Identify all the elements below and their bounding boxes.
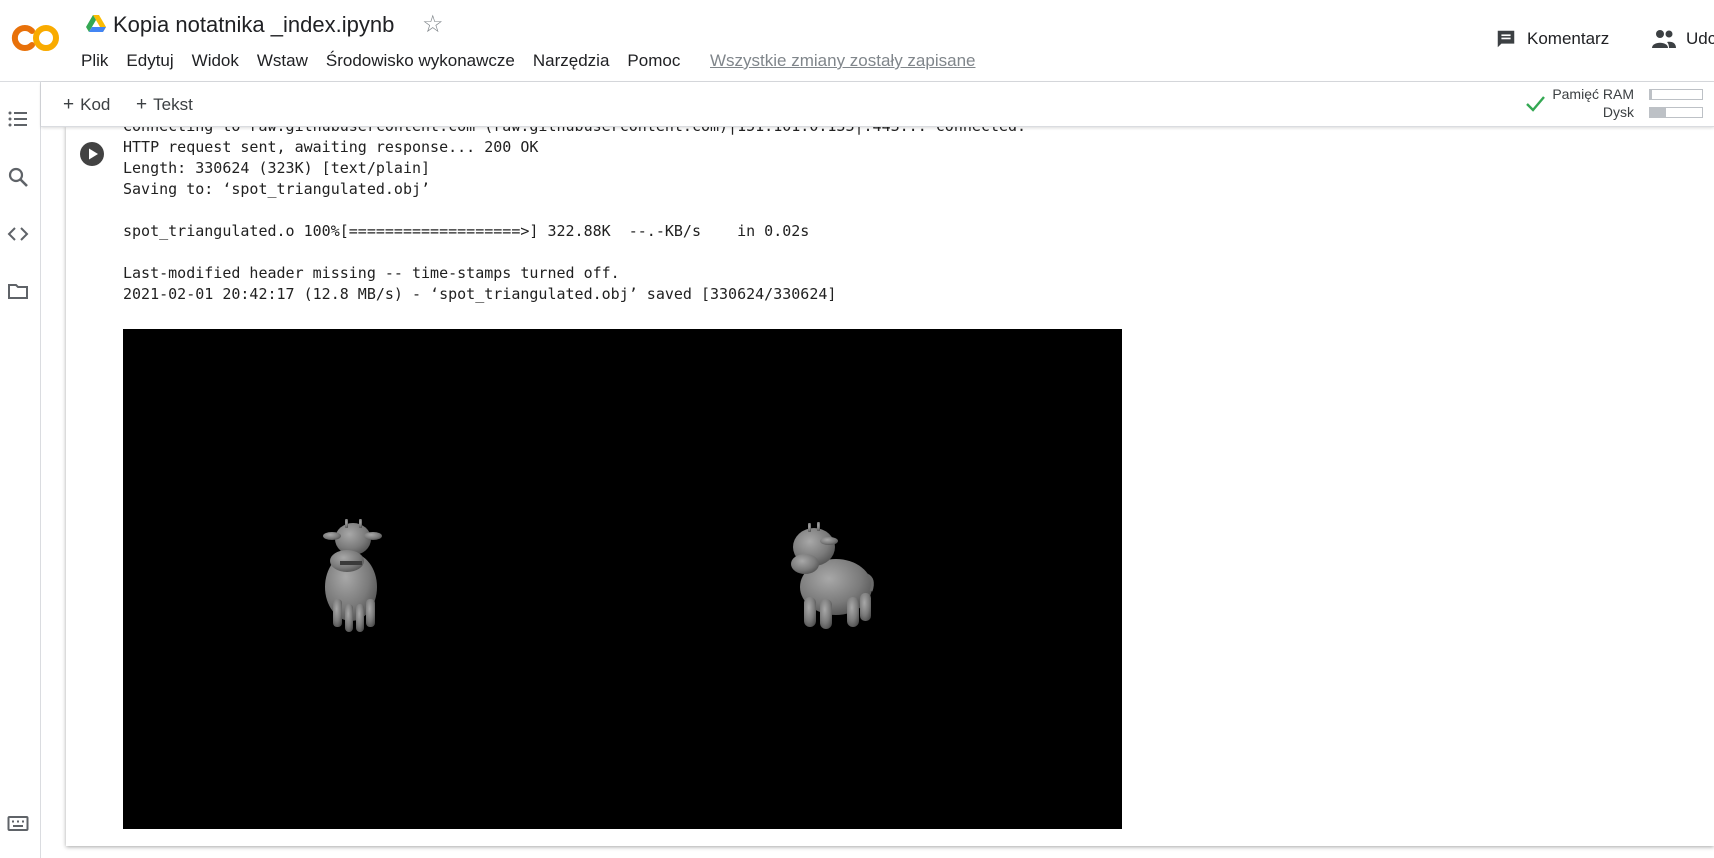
rendered-output-image: [123, 329, 1122, 829]
resources-area[interactable]: [1521, 82, 1711, 126]
code-snippets-icon[interactable]: [7, 223, 29, 245]
output-line: 2021-02-01 20:42:17 (12.8 MB/s) - ‘spot_…: [123, 285, 837, 303]
share-label: Udc: [1686, 29, 1714, 48]
comment-icon: [1497, 30, 1515, 48]
menu-item-tools[interactable]: Narzędzia: [533, 51, 610, 71]
search-icon[interactable]: [7, 166, 29, 188]
people-icon: [1652, 30, 1676, 48]
menu-bar: Plik Edytuj Widok Wstaw Środowisko wykon…: [81, 51, 680, 71]
folder-icon[interactable]: [7, 280, 29, 302]
add-code-button[interactable]: + Kod: [63, 94, 110, 116]
add-text-button[interactable]: + Tekst: [136, 94, 193, 116]
menu-item-runtime[interactable]: Środowisko wykonawcze: [326, 51, 515, 71]
comment-label: Komentarz: [1527, 29, 1610, 48]
keyboard-icon[interactable]: [7, 812, 29, 834]
notebook-title[interactable]: Kopia notatnika _index.ipynb: [113, 12, 394, 38]
plus-icon: +: [136, 94, 148, 115]
add-text-label: Tekst: [153, 95, 193, 114]
table-of-contents-icon[interactable]: [7, 108, 29, 130]
menu-item-view[interactable]: Widok: [192, 51, 239, 71]
output-line: HTTP request sent, awaiting response... …: [123, 138, 539, 156]
cell-output-text: Connecting to raw.githubusercontent.com …: [123, 116, 1123, 316]
plus-icon: +: [63, 94, 75, 115]
add-code-label: Kod: [80, 95, 111, 114]
star-icon[interactable]: ☆: [422, 11, 444, 39]
menu-item-file[interactable]: Plik: [81, 51, 108, 71]
left-sidebar: [0, 82, 41, 858]
output-line: Length: 330624 (323K) [text/plain]: [123, 159, 431, 177]
menu-item-help[interactable]: Pomoc: [627, 51, 680, 71]
menu-item-insert[interactable]: Wstaw: [257, 51, 308, 71]
cow-render-side: [791, 522, 874, 629]
output-line: Last-modified header missing -- time-sta…: [123, 264, 620, 282]
top-header: Kopia notatnika _index.ipynb ☆ Plik Edyt…: [0, 0, 1714, 82]
comment-button[interactable]: Komentarz: [1495, 28, 1609, 50]
save-status-link[interactable]: Wszystkie zmiany zostały zapisane: [710, 51, 975, 71]
run-cell-icon[interactable]: [79, 141, 105, 167]
cow-renders: [323, 519, 874, 632]
menu-item-edit[interactable]: Edytuj: [126, 51, 173, 71]
output-line: spot_triangulated.o 100%[===============…: [123, 222, 810, 240]
share-button[interactable]: Udc: [1652, 28, 1714, 50]
output-line: Saving to: ‘spot_triangulated.obj’: [123, 180, 431, 198]
google-drive-icon: [86, 15, 106, 32]
colab-logo[interactable]: [10, 22, 62, 54]
cow-render-front: [323, 519, 382, 632]
notebook-toolbar: + Kod + Tekst Pamięć RAM Dysk: [41, 82, 1714, 127]
